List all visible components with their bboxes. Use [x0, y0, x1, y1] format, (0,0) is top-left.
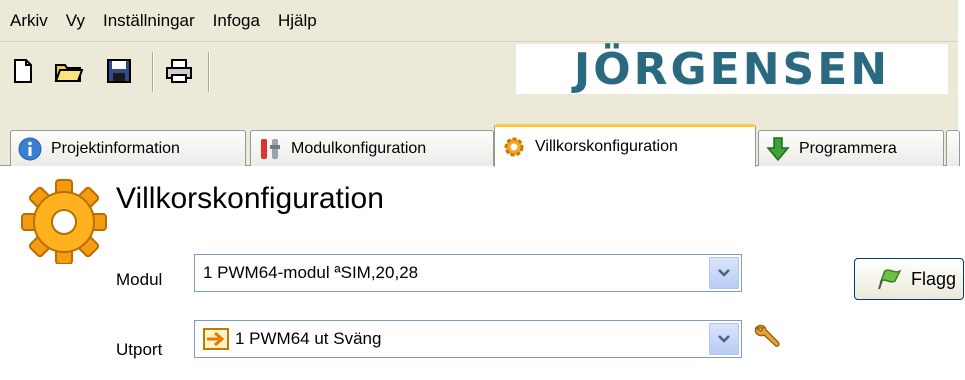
flag-button-label: Flagg: [911, 268, 957, 289]
open-folder-icon[interactable]: [54, 56, 84, 86]
tab-label: Modulkonfiguration: [291, 139, 427, 157]
menu-arkiv[interactable]: Arkiv: [10, 11, 48, 31]
flag-button[interactable]: Flagg: [854, 258, 964, 300]
tab-label: Villkorskonfiguration: [535, 138, 678, 155]
main-content: Villkorskonfiguration Modul 1 PWM64-modu…: [0, 166, 964, 380]
tab-programmera[interactable]: Programmera: [758, 130, 944, 166]
save-icon[interactable]: [104, 56, 134, 86]
tab-strip: Projektinformation Modulkonfiguration Vi…: [0, 116, 960, 167]
print-icon[interactable]: [164, 56, 194, 86]
page-title: Villkorskonfiguration: [116, 182, 384, 215]
menu-bar: Arkiv Vy Inställningar Infoga Hjälp: [0, 0, 958, 42]
output-arrow-icon: [203, 327, 231, 351]
brand-logo: JÖRGENSEN: [516, 43, 948, 95]
menu-infoga[interactable]: Infoga: [213, 11, 260, 31]
modul-label: Modul: [116, 270, 163, 289]
gear-icon: [501, 134, 527, 160]
tab-overflow[interactable]: [946, 130, 960, 166]
utport-select[interactable]: 1 PWM64 ut Sväng: [194, 320, 742, 358]
utport-select-value: 1 PWM64 ut Sväng: [235, 329, 382, 348]
tab-modulkonfiguration[interactable]: Modulkonfiguration: [250, 130, 494, 166]
menu-vy[interactable]: Vy: [66, 11, 85, 31]
menu-installningar[interactable]: Inställningar: [103, 11, 195, 31]
chevron-down-icon[interactable]: [709, 257, 739, 289]
flag-icon: [875, 267, 901, 291]
gear-icon: [20, 176, 112, 265]
download-arrow-icon: [765, 136, 791, 162]
tab-label: Programmera: [799, 139, 897, 157]
menu-hjalp[interactable]: Hjälp: [278, 11, 317, 31]
wrench-icon[interactable]: [752, 322, 786, 352]
info-icon: [17, 136, 43, 162]
blank-area: [697, 204, 777, 238]
toolbar: JÖRGENSEN: [0, 42, 958, 116]
tools-icon: [257, 136, 283, 162]
utport-label: Utport: [116, 340, 163, 359]
tab-villkorskonfiguration[interactable]: Villkorskonfiguration: [494, 124, 756, 167]
modul-select-value: 1 PWM64-modul ªSIM,20,28: [203, 263, 419, 282]
tab-projektinformation[interactable]: Projektinformation: [10, 130, 246, 166]
modul-select[interactable]: 1 PWM64-modul ªSIM,20,28: [194, 254, 742, 292]
app-window: Arkiv Vy Inställningar Infoga Hjälp JÖRG…: [0, 0, 964, 380]
toolbar-separator: [152, 52, 154, 92]
brand-logo-text: JÖRGENSEN: [573, 43, 891, 95]
new-document-icon[interactable]: [8, 56, 38, 86]
tab-label: Projektinformation: [51, 139, 180, 157]
chevron-down-icon[interactable]: [709, 323, 739, 355]
toolbar-separator: [208, 52, 210, 92]
